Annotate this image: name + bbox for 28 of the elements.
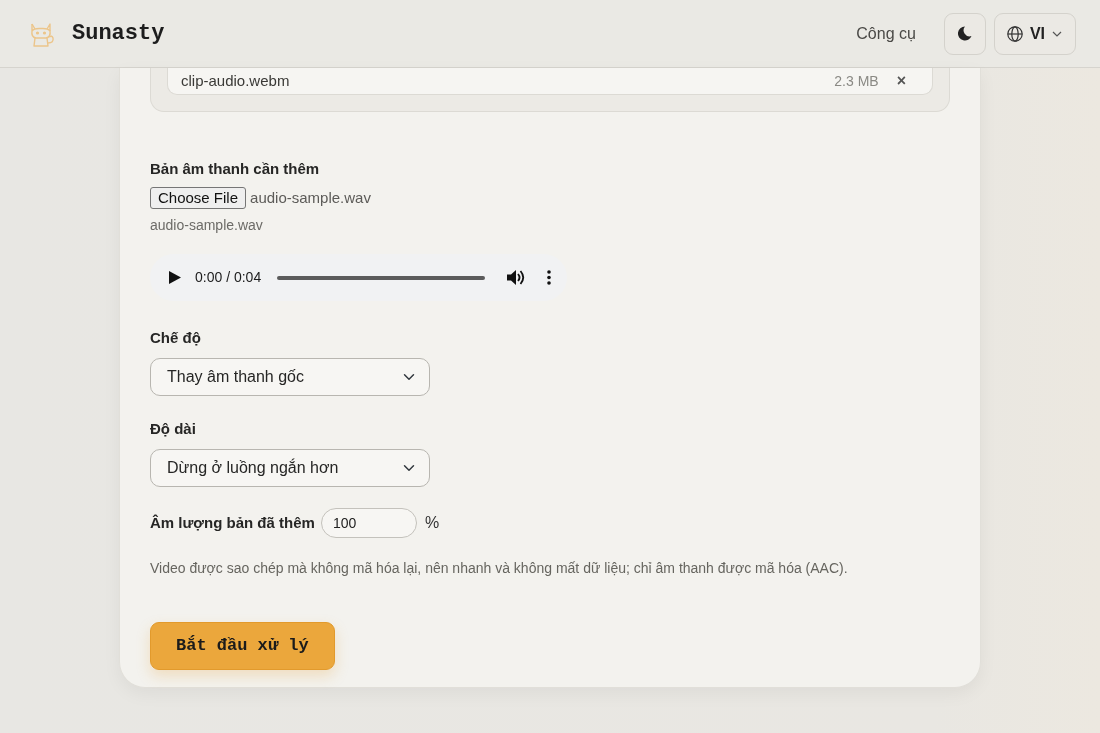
duration-select[interactable]: Dừng ở luồng ngắn hơn (150, 449, 430, 487)
chosen-file-name: audio-sample.wav (250, 187, 371, 208)
theme-toggle-button[interactable] (943, 12, 986, 55)
file-size: 2.3 MB (834, 71, 879, 91)
percent-unit: % (424, 513, 440, 533)
remove-button[interactable]: × (896, 73, 906, 89)
volume-input[interactable]: 100 (320, 508, 417, 538)
file-name: clip-audio.webm (181, 70, 291, 91)
playback-time: 0:00 / 0:04 (195, 268, 262, 287)
choose-file-button[interactable]: Choose File (150, 187, 247, 209)
info-note: Video được sao chép mà không mã hóa lại, nên nhanh và không mất dữ liệu; chỉ âm thanh được mã hóa (AAC). (150, 559, 849, 577)
start-processing-button[interactable]: Bắt đầu xử lý (150, 622, 335, 670)
field-label: Bản âm thanh cần thêm (150, 160, 321, 178)
file-name: audio-sample.wav (150, 217, 264, 233)
more-options-icon[interactable] (547, 270, 551, 285)
field-label: Chế độ (150, 329, 202, 347)
field-label: Âm lượng bản đã thêm (150, 514, 315, 532)
seek-track[interactable] (277, 275, 485, 280)
moon-icon (957, 26, 972, 41)
brand-name[interactable]: Sunasty (72, 17, 165, 50)
tools-link[interactable]: Công cụ (856, 21, 916, 46)
volume-icon[interactable] (507, 269, 525, 286)
play-icon[interactable] (169, 271, 181, 284)
mode-select[interactable]: Thay âm thanh gốc (150, 358, 430, 396)
globe-icon (1006, 25, 1023, 42)
language-button[interactable]: VI (993, 12, 1076, 55)
chevron-down-icon (1052, 30, 1062, 37)
field-label: Độ dài (150, 420, 197, 438)
